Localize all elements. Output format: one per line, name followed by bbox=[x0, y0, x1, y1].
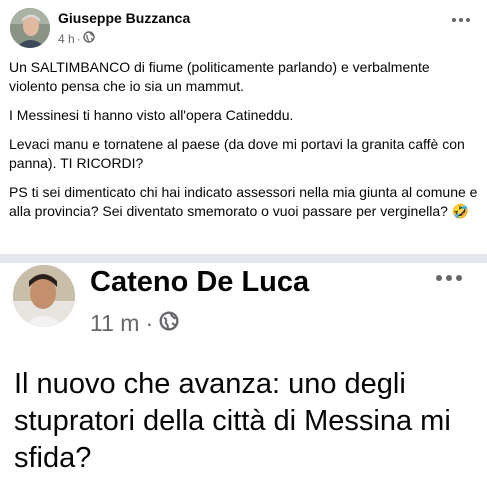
post-text: Un SALTIMBANCO di fiume (politicamente p… bbox=[9, 58, 479, 231]
globe-icon[interactable] bbox=[82, 31, 95, 46]
post-time[interactable]: 4 h bbox=[58, 32, 75, 46]
avatar[interactable] bbox=[13, 265, 75, 327]
more-options-icon[interactable] bbox=[435, 270, 463, 282]
author-name[interactable]: Cateno De Luca bbox=[90, 266, 309, 299]
post-paragraph: PS ti sei dimenticato chi hai indicato a… bbox=[9, 184, 478, 219]
post-text: Il nuovo che avanza: uno degli stuprator… bbox=[14, 368, 451, 474]
post-paragraph: I Messinesi ti hanno visto all'opera Cat… bbox=[9, 107, 294, 123]
post-meta: 11 m · bbox=[90, 310, 179, 337]
globe-icon[interactable] bbox=[159, 310, 179, 337]
post-time[interactable]: 11 m bbox=[90, 310, 139, 337]
post-meta: 4 h · bbox=[58, 31, 95, 46]
post-paragraph: Un SALTIMBANCO di fiume (politicamente p… bbox=[9, 59, 430, 94]
author-name[interactable]: Giuseppe Buzzanca bbox=[58, 10, 190, 26]
avatar[interactable] bbox=[10, 8, 50, 48]
post-paragraph: Levaci manu e tornatene al paese (da dov… bbox=[9, 136, 465, 171]
post-divider bbox=[0, 254, 487, 263]
meta-separator: · bbox=[145, 310, 154, 336]
profile-photo-icon bbox=[13, 265, 75, 327]
profile-photo-icon bbox=[10, 8, 50, 48]
meta-separator: · bbox=[76, 31, 81, 46]
more-options-icon[interactable] bbox=[451, 12, 471, 23]
